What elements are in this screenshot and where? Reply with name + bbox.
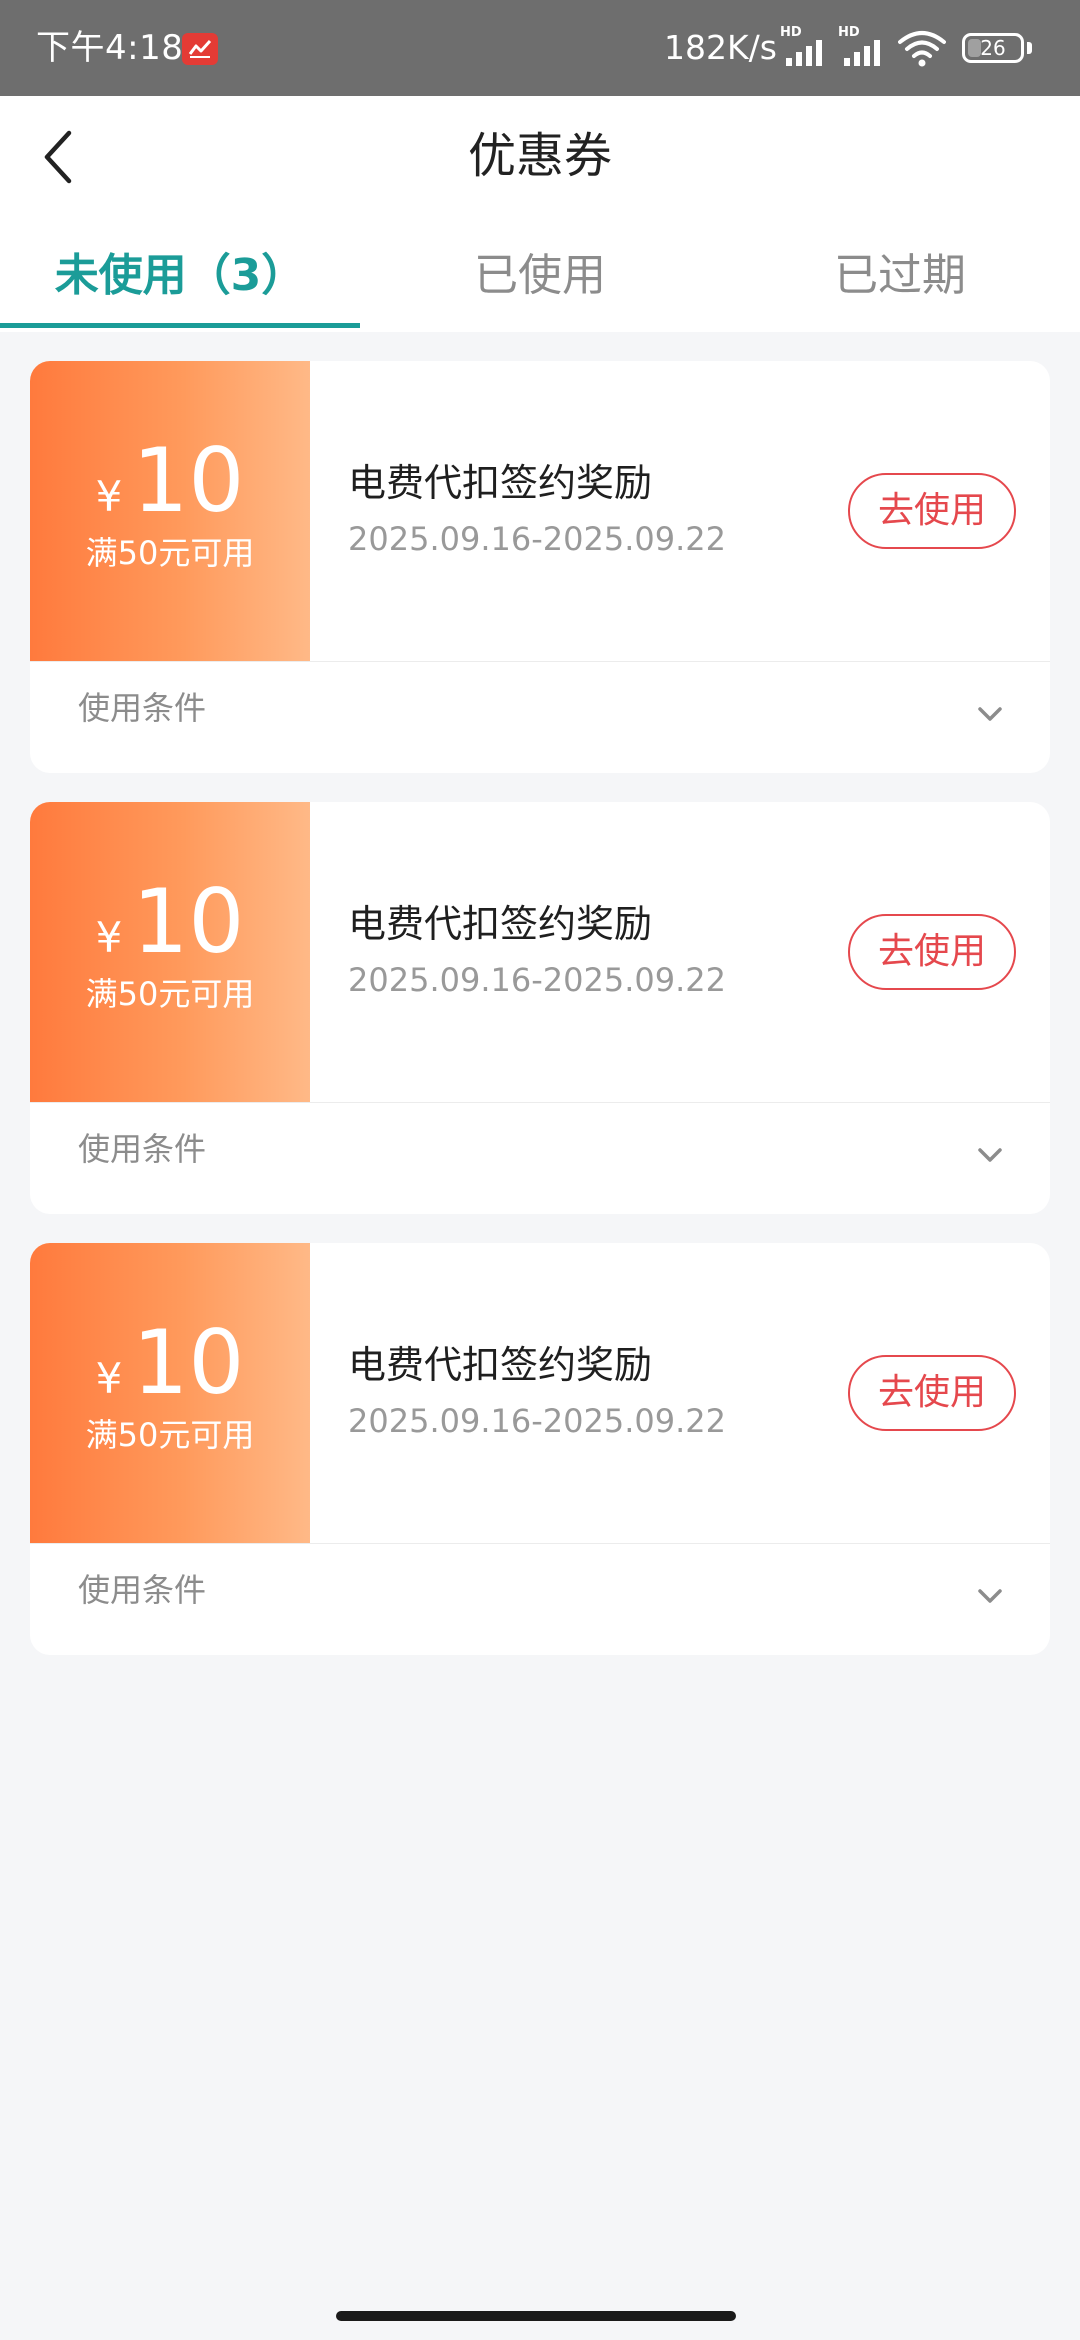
page-title: 优惠券 — [467, 128, 612, 184]
wifi-icon — [898, 30, 946, 72]
tab-unused[interactable]: 未使用（3） — [0, 244, 360, 332]
coupon-card: ¥10 满50元可用 电费代扣签约奖励 2025.09.16-2025.09.2… — [30, 802, 1050, 1214]
battery-cap — [1027, 42, 1032, 54]
coupon-value: 10 — [132, 429, 245, 532]
network-speed: 182K/s — [664, 28, 777, 67]
tab-unused-label: 未使用（3） — [54, 250, 306, 301]
status-bar: 下午4:18 182K/s HD HD 26 — [0, 0, 1080, 96]
coupon-currency: ¥ — [95, 1354, 123, 1403]
usage-conditions-label: 使用条件 — [78, 1571, 207, 1609]
tab-used-label: 已使用 — [474, 250, 606, 301]
home-indicator[interactable] — [336, 2311, 736, 2321]
use-coupon-button[interactable]: 去使用 — [848, 473, 1016, 549]
coupon-threshold: 满50元可用 — [85, 975, 255, 1013]
coupon-amount-panel: ¥10 满50元可用 — [30, 1243, 310, 1543]
coupon-title: 电费代扣签约奖励 — [348, 1343, 653, 1387]
coupon-title: 电费代扣签约奖励 — [348, 902, 653, 946]
coupon-main: ¥10 满50元可用 电费代扣签约奖励 2025.09.16-2025.09.2… — [30, 361, 1050, 661]
coupon-main: ¥10 满50元可用 电费代扣签约奖励 2025.09.16-2025.09.2… — [30, 1243, 1050, 1543]
coupon-title: 电费代扣签约奖励 — [348, 461, 653, 505]
coupon-list: ¥10 满50元可用 电费代扣签约奖励 2025.09.16-2025.09.2… — [30, 361, 1050, 1684]
stock-app-icon — [182, 33, 218, 65]
coupon-validity: 2025.09.16-2025.09.22 — [348, 961, 726, 999]
tab-used[interactable]: 已使用 — [360, 244, 720, 332]
tab-expired-label: 已过期 — [834, 250, 966, 301]
use-coupon-button[interactable]: 去使用 — [848, 914, 1016, 990]
tab-expired[interactable]: 已过期 — [720, 244, 1080, 332]
battery-icon: 26 — [962, 33, 1024, 63]
coupon-value: 10 — [132, 870, 245, 973]
chevron-down-icon — [978, 707, 1002, 721]
usage-conditions-label: 使用条件 — [78, 1130, 207, 1168]
usage-conditions-label: 使用条件 — [78, 689, 207, 727]
use-coupon-button[interactable]: 去使用 — [848, 1355, 1016, 1431]
header: 优惠券 未使用（3） 已使用 已过期 — [0, 96, 1080, 332]
usage-conditions-toggle[interactable]: 使用条件 — [30, 1544, 1050, 1655]
tab-bar: 未使用（3） 已使用 已过期 — [0, 244, 1080, 332]
chevron-down-icon — [978, 1589, 1002, 1603]
coupon-validity: 2025.09.16-2025.09.22 — [348, 1402, 726, 1440]
coupon-validity: 2025.09.16-2025.09.22 — [348, 520, 726, 558]
coupon-card: ¥10 满50元可用 电费代扣签约奖励 2025.09.16-2025.09.2… — [30, 361, 1050, 773]
coupon-threshold: 满50元可用 — [85, 534, 255, 572]
coupon-value: 10 — [132, 1311, 245, 1414]
usage-conditions-toggle[interactable]: 使用条件 — [30, 662, 1050, 773]
status-time: 下午4:18 — [36, 28, 184, 68]
coupon-threshold: 满50元可用 — [85, 1416, 255, 1454]
coupon-currency: ¥ — [95, 913, 123, 962]
coupon-card: ¥10 满50元可用 电费代扣签约奖励 2025.09.16-2025.09.2… — [30, 1243, 1050, 1655]
tab-active-indicator — [0, 323, 360, 328]
coupon-main: ¥10 满50元可用 电费代扣签约奖励 2025.09.16-2025.09.2… — [30, 802, 1050, 1102]
signal-icon-2: HD — [838, 26, 888, 68]
coupon-amount-panel: ¥10 满50元可用 — [30, 802, 310, 1102]
coupon-amount-panel: ¥10 满50元可用 — [30, 361, 310, 661]
battery-text: 26 — [980, 36, 1006, 60]
usage-conditions-toggle[interactable]: 使用条件 — [30, 1103, 1050, 1214]
coupon-currency: ¥ — [95, 472, 123, 521]
signal-icon: HD — [780, 26, 830, 68]
chevron-down-icon — [978, 1148, 1002, 1162]
